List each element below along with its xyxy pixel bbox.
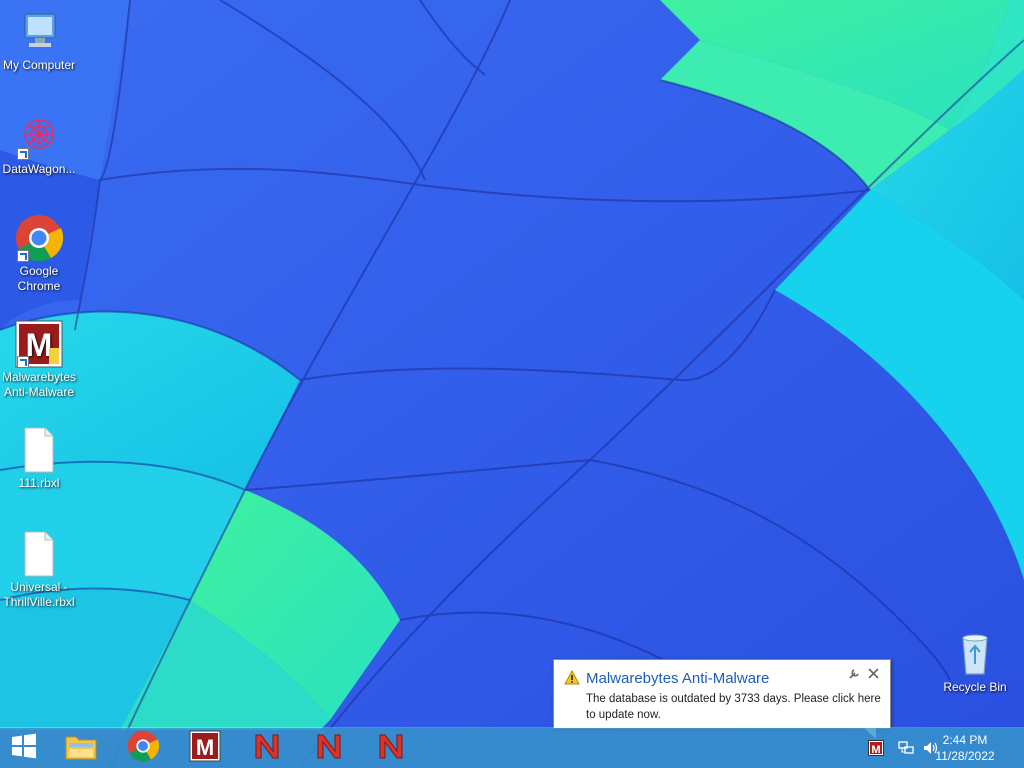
taskbar-malwarebytes[interactable]: M	[178, 728, 232, 768]
tray-malwarebytes-icon[interactable]: M	[868, 740, 884, 761]
desktop-icon-recycle-bin[interactable]: Recycle Bin	[936, 630, 1014, 695]
desktop-icon-google-chrome[interactable]: Google Chrome	[0, 214, 78, 294]
desktop-icon-label: Universal - ThrillVille.rbxl	[3, 580, 75, 609]
desktop-icon-my-computer[interactable]: My Computer	[0, 8, 78, 73]
warning-icon	[564, 669, 580, 690]
datawagon-icon	[15, 112, 63, 160]
malwarebytes-icon: M	[15, 320, 63, 368]
network-icon[interactable]	[898, 740, 914, 761]
clock-date: 11/28/2022	[935, 749, 995, 763]
svg-text:M: M	[871, 744, 880, 756]
red-n-app-icon	[252, 731, 282, 766]
clock-time: 2:44 PM	[942, 733, 988, 747]
taskbar-app-1[interactable]	[240, 728, 294, 768]
notification-title: Malwarebytes Anti-Malware	[586, 670, 770, 687]
notification-options-icon[interactable]	[848, 668, 860, 683]
notification-close-icon[interactable]	[868, 668, 879, 682]
red-n-app-icon	[376, 731, 406, 766]
chrome-icon	[127, 730, 160, 767]
taskbar: M M	[0, 728, 1024, 768]
desktop-icon-datawagon[interactable]: DataWagon...	[0, 112, 78, 177]
desktop-icon-111-rbxl[interactable]: 111.rbxl	[0, 426, 78, 491]
chrome-icon	[15, 214, 64, 262]
malwarebytes-notification[interactable]: Malwarebytes Anti-Malware The database i…	[553, 659, 891, 739]
desktop-icon-label: DataWagon...	[2, 162, 76, 176]
notification-message[interactable]: The database is outdated by 3733 days. P…	[586, 691, 884, 723]
folder-icon	[64, 731, 98, 766]
taskbar-file-explorer[interactable]	[54, 728, 108, 768]
desktop-icon-label: 111.rbxl	[18, 476, 60, 490]
shortcut-arrow-icon	[17, 148, 29, 160]
taskbar-app-3[interactable]	[364, 728, 418, 768]
desktop-icon-label: Google Chrome	[17, 264, 61, 293]
malwarebytes-icon: M	[189, 730, 221, 767]
start-button[interactable]	[0, 728, 48, 768]
desktop-icon-malwarebytes[interactable]: M Malwarebytes Anti-Malware	[0, 320, 78, 400]
taskbar-app-2[interactable]	[302, 728, 356, 768]
svg-text:M: M	[26, 327, 53, 363]
shortcut-arrow-icon	[17, 356, 29, 368]
desktop-icon-label: Recycle Bin	[943, 680, 1007, 694]
desktop-icon-thrillville-rbxl[interactable]: Universal - ThrillVille.rbxl	[0, 530, 78, 610]
recycle-bin-icon	[951, 630, 999, 678]
computer-icon	[15, 8, 63, 56]
svg-text:M: M	[196, 735, 214, 760]
tray-clock[interactable]: 2:44 PM 11/28/2022	[920, 732, 1010, 764]
file-icon	[15, 530, 63, 578]
shortcut-arrow-icon	[17, 250, 29, 262]
red-n-app-icon	[314, 731, 344, 766]
file-icon	[15, 426, 63, 474]
windows-logo-icon	[11, 733, 37, 764]
desktop-wallpaper	[0, 0, 1024, 768]
taskbar-google-chrome[interactable]	[116, 728, 170, 768]
desktop-icon-label: Malwarebytes Anti-Malware	[1, 370, 77, 399]
desktop-icon-label: My Computer	[2, 58, 76, 72]
